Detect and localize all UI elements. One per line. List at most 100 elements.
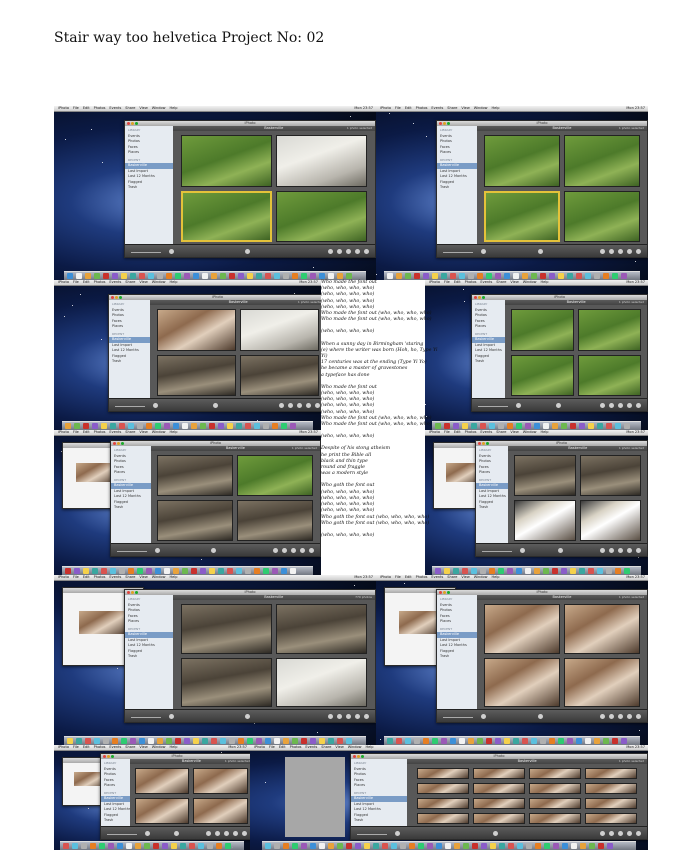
create-button[interactable] <box>618 249 623 254</box>
zoom-button[interactable] <box>447 591 450 594</box>
dock-app-icon[interactable] <box>219 273 226 279</box>
dock-app-icon[interactable] <box>558 273 565 279</box>
dock-app-icon[interactable] <box>531 273 538 279</box>
dock-app-icon[interactable] <box>165 738 172 744</box>
sidebar-item-places[interactable]: Places <box>437 150 477 156</box>
dock-app-icon[interactable] <box>623 568 630 574</box>
dock-app-icon[interactable] <box>165 273 172 279</box>
menu-item[interactable]: iPhoto <box>58 106 69 110</box>
dock-app-icon[interactable] <box>578 568 585 574</box>
create-button[interactable] <box>224 831 229 836</box>
sidebar-item-places[interactable]: Places <box>111 470 151 476</box>
sidebar-item-trash[interactable]: Trash <box>476 505 508 511</box>
menu-item[interactable]: Window <box>474 106 488 110</box>
sidebar-item-places[interactable]: Places <box>125 150 173 156</box>
zoom-slider[interactable] <box>443 252 473 253</box>
zoom-button[interactable] <box>121 442 124 445</box>
dock-app-icon[interactable] <box>206 843 213 849</box>
dock-app-icon[interactable] <box>327 738 334 744</box>
dock-app-icon[interactable] <box>612 273 619 279</box>
dock-app-icon[interactable] <box>318 273 325 279</box>
photo-thumbnail[interactable] <box>529 783 582 794</box>
dock-app-icon[interactable] <box>188 843 195 849</box>
edit-button[interactable] <box>609 831 614 836</box>
dock-app-icon[interactable] <box>66 273 73 279</box>
menu-item[interactable]: iPhoto <box>380 106 391 110</box>
photo-thumbnail[interactable] <box>275 135 367 187</box>
slideshow-button[interactable] <box>213 403 219 408</box>
photo-thumbnail[interactable] <box>529 798 582 809</box>
close-button[interactable] <box>111 296 114 299</box>
dock-app-icon[interactable] <box>498 843 505 849</box>
dock-app-icon[interactable] <box>197 843 204 849</box>
menu-item[interactable]: Events <box>480 430 492 434</box>
dock-app-icon[interactable] <box>102 738 109 744</box>
menu-item[interactable]: Edit <box>83 575 90 579</box>
dock-app-icon[interactable] <box>405 273 412 279</box>
zoom-slider[interactable] <box>357 834 387 835</box>
photo-thumbnail[interactable] <box>483 190 560 242</box>
photo-thumbnail[interactable] <box>579 455 642 496</box>
dock-app-icon[interactable] <box>480 843 487 849</box>
dock-app-icon[interactable] <box>146 568 152 574</box>
dock-app-icon[interactable] <box>471 843 478 849</box>
menu-item[interactable]: File <box>444 430 450 434</box>
dock-app-icon[interactable] <box>174 273 181 279</box>
menu-item[interactable]: Window <box>152 430 166 434</box>
menu-item[interactable]: View <box>335 745 343 749</box>
menu-item[interactable]: iPhoto <box>429 430 440 434</box>
photo-thumbnail[interactable] <box>529 768 582 779</box>
dock-app-icon[interactable] <box>111 738 118 744</box>
search-button[interactable] <box>169 249 174 254</box>
photo-thumbnail[interactable] <box>157 309 237 351</box>
dock-app-icon[interactable] <box>390 843 397 849</box>
dock-app-icon[interactable] <box>443 423 450 429</box>
menu-item[interactable]: File <box>73 745 79 749</box>
dock-app-icon[interactable] <box>125 843 132 849</box>
dock-app-icon[interactable] <box>497 568 504 574</box>
dock-app-icon[interactable] <box>300 738 307 744</box>
dock-app-icon[interactable] <box>62 843 69 849</box>
dock-app-icon[interactable] <box>75 738 82 744</box>
menu-item[interactable]: iPhoto <box>429 280 440 284</box>
photo-thumbnail[interactable] <box>510 309 575 351</box>
dock-app-icon[interactable] <box>621 738 628 744</box>
dock-app-icon[interactable] <box>309 738 316 744</box>
dock-app-icon[interactable] <box>327 273 334 279</box>
menu-item[interactable]: Window <box>152 106 166 110</box>
minimize-button[interactable] <box>443 591 446 594</box>
dock-app-icon[interactable] <box>558 738 565 744</box>
dock-app-icon[interactable] <box>515 568 522 574</box>
dock-app-icon[interactable] <box>147 273 154 279</box>
dock-app-icon[interactable] <box>363 843 370 849</box>
zoom-slider[interactable] <box>443 717 473 718</box>
menu-item[interactable]: File <box>73 430 79 434</box>
dock-app-icon[interactable] <box>542 568 549 574</box>
menu-item[interactable]: File <box>73 575 79 579</box>
zoom-button[interactable] <box>119 296 122 299</box>
dock-app-icon[interactable] <box>441 273 448 279</box>
photo-thumbnail[interactable] <box>180 657 272 707</box>
dock-app-icon[interactable] <box>336 273 343 279</box>
sidebar-item-trash[interactable]: Trash <box>109 359 150 365</box>
sidebar-item-last-12-months[interactable]: Last 12 Months <box>472 348 505 354</box>
zoom-button[interactable] <box>447 122 450 125</box>
edit-button[interactable] <box>288 403 293 408</box>
dock-app-icon[interactable] <box>345 738 352 744</box>
menu-item[interactable]: Edit <box>83 745 90 749</box>
dock-app-icon[interactable] <box>291 273 298 279</box>
menu-item[interactable]: Edit <box>405 106 412 110</box>
dock-app-icon[interactable] <box>459 273 466 279</box>
dock-app-icon[interactable] <box>414 738 421 744</box>
menu-item[interactable]: Window <box>474 575 488 579</box>
search-button[interactable] <box>169 714 174 719</box>
zoom-slider[interactable] <box>117 551 147 552</box>
photo-thumbnail[interactable] <box>416 798 469 809</box>
photo-thumbnail[interactable] <box>157 354 237 396</box>
info-button[interactable] <box>600 548 605 553</box>
dock-app-icon[interactable] <box>224 843 231 849</box>
dock-app-icon[interactable] <box>479 423 486 429</box>
dock-app-icon[interactable] <box>200 423 206 429</box>
close-button[interactable] <box>353 755 356 758</box>
dock-app-icon[interactable] <box>345 273 352 279</box>
